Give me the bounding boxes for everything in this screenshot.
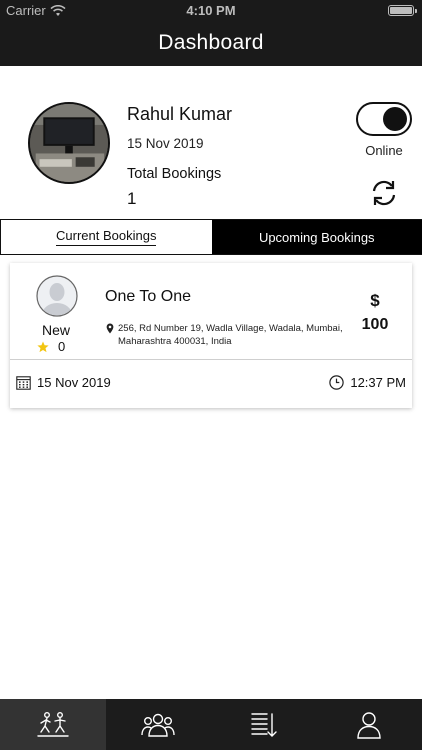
tab-current-bookings[interactable]: Current Bookings bbox=[0, 220, 212, 254]
clock-icon bbox=[329, 375, 345, 390]
group-icon bbox=[141, 713, 175, 737]
user-status: New bbox=[41, 322, 70, 338]
profile-icon bbox=[357, 711, 381, 739]
avatar-photo bbox=[30, 104, 108, 182]
total-bookings-count: 1 bbox=[127, 189, 137, 208]
nav-item-profile[interactable] bbox=[317, 699, 422, 750]
tab-current-label: Current Bookings bbox=[56, 228, 157, 246]
location-pin-icon bbox=[106, 323, 114, 334]
user-rating: 0 bbox=[37, 339, 65, 354]
star-icon bbox=[37, 341, 49, 352]
profile-name: Rahul Kumar bbox=[127, 104, 233, 124]
booking-time: 12:37 PM bbox=[329, 375, 406, 390]
booking-time-text: 12:37 PM bbox=[350, 375, 406, 390]
status-time: 4:10 PM bbox=[186, 3, 236, 18]
nav-item-bookings-list[interactable] bbox=[211, 699, 317, 750]
address-text: 256, Rd Number 19, Wadla Village, Wadala… bbox=[118, 323, 343, 347]
online-toggle[interactable] bbox=[356, 102, 412, 136]
toggle-knob bbox=[383, 107, 407, 131]
profile-avatar[interactable] bbox=[28, 102, 110, 184]
profile-section: Rahul Kumar 15 Nov 2019 Total Bookings 1… bbox=[0, 66, 422, 219]
booking-card-details: New 0 One To One 256, Rd Number 19, Wadl… bbox=[10, 263, 412, 360]
calendar-icon bbox=[16, 376, 31, 390]
nav-item-groups[interactable] bbox=[106, 699, 212, 750]
booking-address: 256, Rd Number 19, Wadla Village, Wadala… bbox=[106, 322, 346, 348]
user-avatar-icon bbox=[36, 275, 78, 317]
service-name: One To One bbox=[105, 288, 191, 305]
battery-icon bbox=[388, 5, 417, 16]
price-amount: 100 bbox=[361, 316, 389, 333]
bottom-nav bbox=[0, 699, 422, 750]
booking-schedule: 15 Nov 2019 12:37 PM bbox=[10, 361, 412, 408]
page-title: Dashboard bbox=[158, 31, 264, 54]
list-sort-icon bbox=[251, 712, 277, 737]
online-label: Online bbox=[365, 143, 403, 158]
status-bar: Carrier 4:10 PM bbox=[0, 0, 422, 22]
nav-item-workout[interactable] bbox=[0, 699, 106, 750]
booking-date-text: 15 Nov 2019 bbox=[37, 375, 111, 390]
price-currency: $ bbox=[370, 291, 380, 310]
booking-card[interactable]: New 0 One To One 256, Rd Number 19, Wadl… bbox=[10, 263, 412, 408]
workout-icon bbox=[37, 711, 69, 737]
tab-upcoming-label: Upcoming Bookings bbox=[258, 229, 375, 245]
rating-value: 0 bbox=[58, 339, 66, 354]
total-bookings-label: Total Bookings bbox=[127, 166, 222, 182]
tab-upcoming-bookings[interactable]: Upcoming Bookings bbox=[211, 220, 422, 254]
booking-date: 15 Nov 2019 bbox=[16, 375, 111, 390]
profile-date: 15 Nov 2019 bbox=[127, 136, 204, 151]
app-header: Carrier 4:10 PM Dashboard bbox=[0, 0, 422, 66]
refresh-icon[interactable] bbox=[369, 178, 399, 208]
bookings-tabs: Current Bookings Upcoming Bookings bbox=[0, 219, 422, 255]
